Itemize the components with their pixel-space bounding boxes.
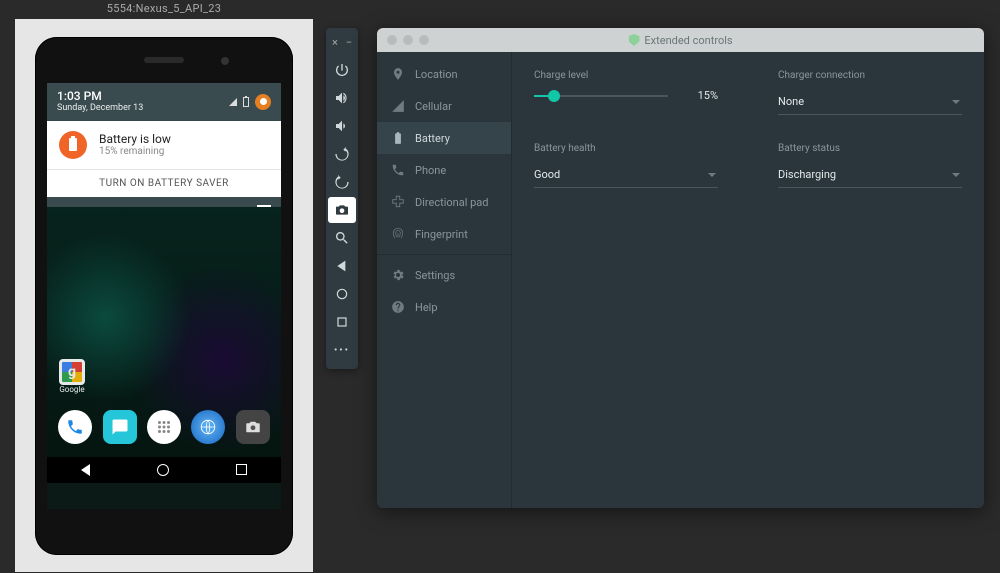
chevron-down-icon	[952, 173, 960, 177]
google-icon: g	[59, 359, 85, 385]
app-drawer-icon[interactable]	[147, 410, 181, 444]
volume-up-button[interactable]	[328, 85, 356, 111]
android-statusbar[interactable]: 1:03 PM Sunday, December 13	[47, 83, 281, 121]
battery-status-field: Battery status Discharging	[778, 143, 962, 188]
select-value: Discharging	[778, 168, 836, 181]
sidebar-label: Help	[415, 301, 438, 314]
charge-level-field: Charge level 15%	[534, 70, 718, 115]
phone-screen[interactable]: 1:03 PM Sunday, December 13 Battery is l…	[47, 83, 281, 509]
battery-status-select[interactable]: Discharging	[778, 162, 962, 188]
sidebar-label: Settings	[415, 269, 455, 282]
battery-icon	[243, 97, 249, 107]
sidebar-item-battery[interactable]: Battery	[377, 122, 511, 154]
charger-connection-field: Charger connection None	[778, 70, 962, 115]
emulator-title: 5554:Nexus_5_API_23	[15, 0, 313, 19]
sidebar-item-fingerprint[interactable]: Fingerprint	[377, 218, 511, 250]
rotate-right-button[interactable]	[328, 169, 356, 195]
select-value: None	[778, 95, 804, 108]
sidebar-label: Cellular	[415, 100, 452, 113]
charger-connection-label: Charger connection	[778, 70, 962, 81]
toolbar-more-button[interactable]: •••	[328, 337, 356, 363]
status-datetime: 1:03 PM Sunday, December 13	[57, 89, 143, 114]
extended-controls-window: Extended controls Location Cellular Batt…	[377, 28, 984, 508]
sidebar-item-settings[interactable]: Settings	[377, 259, 511, 291]
browser-app-icon[interactable]	[191, 410, 225, 444]
select-value: Good	[534, 168, 560, 181]
phone-body: 1:03 PM Sunday, December 13 Battery is l…	[35, 37, 293, 555]
battery-pane: Charge level 15% Charger connection None	[512, 52, 984, 508]
sidebar-separator	[377, 254, 511, 255]
traffic-zoom[interactable]	[419, 35, 429, 45]
chevron-down-icon	[708, 173, 716, 177]
sidebar-item-location[interactable]: Location	[377, 58, 511, 90]
battery-alert-icon	[59, 131, 87, 159]
recents-button[interactable]	[236, 464, 247, 475]
zoom-button[interactable]	[328, 225, 356, 251]
sidebar-label: Phone	[415, 164, 446, 177]
messages-app-icon[interactable]	[103, 410, 137, 444]
sidebar-item-dpad[interactable]: Directional pad	[377, 186, 511, 218]
extended-sidebar: Location Cellular Battery Phone Directio…	[377, 52, 512, 508]
volume-down-button[interactable]	[328, 113, 356, 139]
battery-health-select[interactable]: Good	[534, 162, 718, 188]
toolbar-minimize-button[interactable]: −	[346, 36, 352, 49]
charge-level-value: 15%	[684, 89, 718, 102]
chevron-down-icon	[952, 100, 960, 104]
extended-titlebar[interactable]: Extended controls	[377, 28, 984, 52]
charger-connection-select[interactable]: None	[778, 89, 962, 115]
shield-icon	[628, 34, 639, 46]
toolbar-close-button[interactable]: ×	[332, 36, 338, 49]
sidebar-label: Directional pad	[415, 196, 488, 209]
status-icons	[229, 94, 271, 110]
sidebar-label: Location	[415, 68, 458, 81]
low-battery-notification[interactable]: Battery is low 15% remaining TURN ON BAT…	[47, 121, 281, 197]
rotate-left-button[interactable]	[328, 141, 356, 167]
emulator-toolbar: × − •••	[326, 28, 358, 369]
sidebar-item-help[interactable]: Help	[377, 291, 511, 323]
charge-level-slider[interactable]	[534, 95, 668, 97]
profile-avatar-icon[interactable]	[255, 94, 271, 110]
home-button[interactable]	[157, 464, 169, 476]
phone-app-icon[interactable]	[58, 410, 92, 444]
sidebar-label: Battery	[415, 132, 450, 145]
notification-subtitle: 15% remaining	[99, 146, 171, 157]
screenshot-button[interactable]	[328, 197, 356, 223]
traffic-minimize[interactable]	[403, 35, 413, 45]
android-navbar	[47, 457, 281, 483]
battery-status-label: Battery status	[778, 143, 962, 154]
extended-window-title: Extended controls	[628, 34, 732, 47]
sidebar-item-cellular[interactable]: Cellular	[377, 90, 511, 122]
notification-title: Battery is low	[99, 132, 171, 146]
phone-front-camera	[221, 57, 229, 65]
emulator-frame: 1:03 PM Sunday, December 13 Battery is l…	[15, 19, 313, 572]
back-button[interactable]	[81, 464, 90, 476]
camera-app-icon[interactable]	[236, 410, 270, 444]
phone-speaker	[144, 57, 184, 63]
toolbar-home-button[interactable]	[328, 281, 356, 307]
sidebar-label: Fingerprint	[415, 228, 468, 241]
power-button[interactable]	[328, 57, 356, 83]
google-search-widget[interactable]: g Google	[59, 359, 85, 394]
app-dock	[47, 403, 281, 451]
extended-title-text: Extended controls	[644, 34, 732, 47]
sidebar-item-phone[interactable]: Phone	[377, 154, 511, 186]
emulator-window: 5554:Nexus_5_API_23 1:03 PM Sunday, Dece…	[15, 0, 313, 572]
battery-health-label: Battery health	[534, 143, 718, 154]
status-date: Sunday, December 13	[57, 103, 143, 114]
charge-level-label: Charge level	[534, 70, 718, 81]
battery-health-field: Battery health Good	[534, 143, 718, 188]
toolbar-back-button[interactable]	[328, 253, 356, 279]
slider-thumb[interactable]	[548, 90, 560, 102]
signal-icon	[229, 98, 237, 106]
toolbar-recents-button[interactable]	[328, 309, 356, 335]
battery-saver-button[interactable]: TURN ON BATTERY SAVER	[47, 169, 281, 197]
status-time: 1:03 PM	[57, 89, 143, 103]
window-traffic-lights[interactable]	[377, 35, 429, 45]
traffic-close[interactable]	[387, 35, 397, 45]
google-label: Google	[59, 385, 85, 394]
home-wallpaper[interactable]: g Google	[47, 207, 281, 483]
